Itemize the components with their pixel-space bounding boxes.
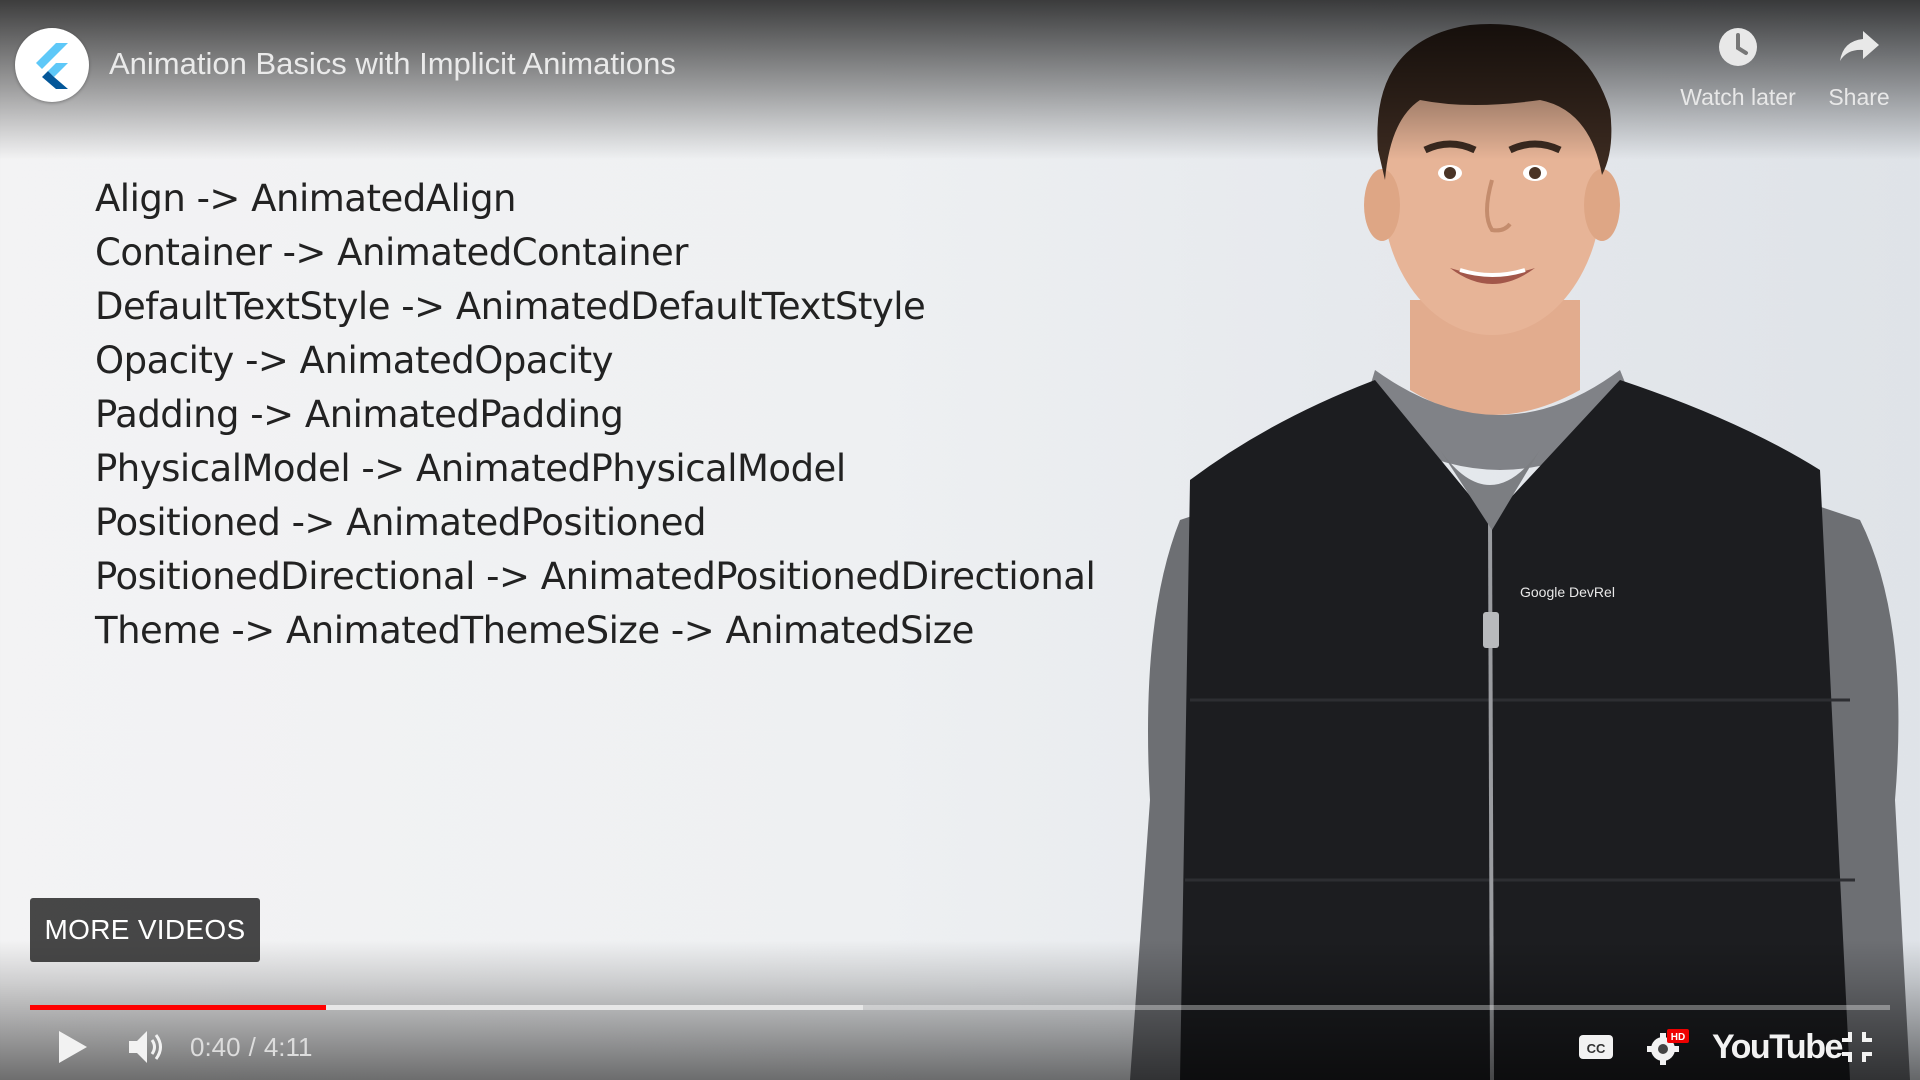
watch-later-button[interactable]: Watch later bbox=[1668, 22, 1808, 111]
slide-line: PhysicalModel -> AnimatedPhysicalModel bbox=[95, 447, 846, 490]
watch-later-label: Watch later bbox=[1680, 84, 1796, 110]
share-label: Share bbox=[1828, 84, 1890, 110]
exit-fullscreen-button[interactable] bbox=[1840, 1022, 1874, 1072]
time-display: 0:40 / 4:11 bbox=[190, 1022, 313, 1072]
flutter-logo-icon bbox=[36, 43, 68, 89]
slide-line: Positioned -> AnimatedPositioned bbox=[95, 501, 707, 544]
captions-button[interactable]: CC bbox=[1578, 1022, 1614, 1072]
slide-line: DefaultTextStyle -> AnimatedDefaultTextS… bbox=[95, 285, 926, 328]
video-title[interactable]: Animation Basics with Implicit Animation… bbox=[109, 46, 676, 82]
slide-line: Opacity -> AnimatedOpacity bbox=[95, 339, 614, 382]
youtube-logo-button[interactable]: YouTube bbox=[1712, 1022, 1843, 1072]
progress-played bbox=[30, 1005, 326, 1010]
gear-icon: HD bbox=[1647, 1029, 1689, 1065]
cc-icon: CC bbox=[1579, 1035, 1613, 1059]
svg-text:CC: CC bbox=[1587, 1041, 1606, 1056]
settings-button[interactable]: HD bbox=[1645, 1022, 1691, 1072]
slide-line: Container -> AnimatedContainer bbox=[95, 231, 689, 274]
more-videos-button[interactable]: MORE VIDEOS bbox=[30, 898, 260, 962]
slide-line: Padding -> AnimatedPadding bbox=[95, 393, 624, 436]
time-separator: / bbox=[248, 1031, 256, 1062]
slide-line: PositionedDirectional -> AnimatedPositio… bbox=[95, 555, 1096, 598]
slide-line: Align -> AnimatedAlign bbox=[95, 177, 517, 220]
vest-logo-text: Google DevRel bbox=[1520, 584, 1615, 600]
progress-bar[interactable] bbox=[30, 1005, 1890, 1010]
slide-text-list: Align -> AnimatedAlign Container -> Anima… bbox=[95, 172, 1096, 658]
slide-line: Theme -> AnimatedThemeSize -> AnimatedSi… bbox=[95, 609, 974, 652]
hd-badge: HD bbox=[1671, 1032, 1685, 1043]
play-button[interactable] bbox=[55, 1022, 89, 1072]
share-arrow-icon bbox=[1840, 31, 1879, 61]
current-time: 0:40 bbox=[190, 1031, 241, 1062]
channel-logo[interactable] bbox=[15, 28, 89, 102]
clock-icon bbox=[1719, 28, 1757, 66]
play-icon bbox=[59, 1031, 87, 1063]
share-button[interactable]: Share bbox=[1789, 22, 1920, 111]
volume-button[interactable] bbox=[125, 1022, 169, 1072]
exit-fullscreen-icon bbox=[1842, 1032, 1872, 1062]
volume-icon bbox=[129, 1031, 162, 1063]
presenter-image: Google DevRel bbox=[1130, 24, 1910, 1080]
duration: 4:11 bbox=[263, 1031, 313, 1062]
